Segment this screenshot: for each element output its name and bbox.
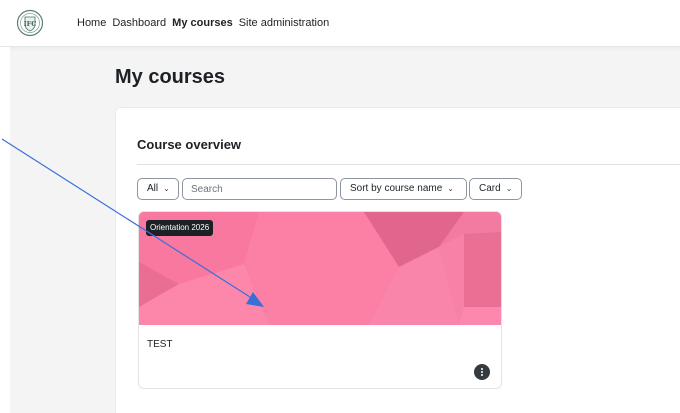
course-search-input[interactable] (182, 178, 337, 200)
course-name-link[interactable]: TEST (147, 339, 173, 351)
menu-dot (481, 371, 483, 373)
panel-divider (137, 164, 680, 165)
course-card[interactable]: Orientation 2026 TEST (138, 211, 502, 389)
page-title: My courses (115, 66, 226, 88)
nav-my-courses-link[interactable]: My courses (172, 16, 233, 30)
three-dots-vertical-icon[interactable] (474, 364, 490, 380)
menu-dot (481, 368, 483, 370)
grouping-filter-value: All (147, 183, 159, 194)
primary-navigation: Home Dashboard My courses Site administr… (77, 16, 335, 30)
svg-text:IFC: IFC (24, 20, 37, 28)
sort-dropdown[interactable]: Sort by course name ⌄ (340, 178, 467, 200)
chevron-down-icon: ⌄ (447, 184, 454, 193)
school-crest-icon[interactable]: IFC (16, 9, 44, 37)
course-overview-panel: Course overview All ⌄ Sort by course name… (115, 107, 680, 413)
top-navbar: IFC Home Dashboard My courses Site admin… (0, 0, 680, 47)
menu-dot (481, 374, 483, 376)
page: IFC Home Dashboard My courses Site admin… (0, 0, 680, 413)
sort-value: Sort by course name (350, 183, 443, 194)
chevron-down-icon: ⌄ (163, 184, 170, 193)
chevron-down-icon: ⌄ (505, 184, 513, 193)
nav-dashboard-link[interactable]: Dashboard (112, 16, 166, 30)
view-mode-dropdown[interactable]: Card ⌄ (469, 178, 522, 200)
course-category-badge: Orientation 2026 (146, 220, 214, 236)
nav-site-administration-link[interactable]: Site administration (239, 16, 330, 30)
left-drawer-gutter (0, 47, 10, 413)
grouping-filter-dropdown[interactable]: All ⌄ (137, 178, 179, 200)
course-overview-title: Course overview (137, 137, 242, 152)
view-mode-value: Card (479, 183, 501, 194)
nav-home-link[interactable]: Home (77, 16, 106, 30)
